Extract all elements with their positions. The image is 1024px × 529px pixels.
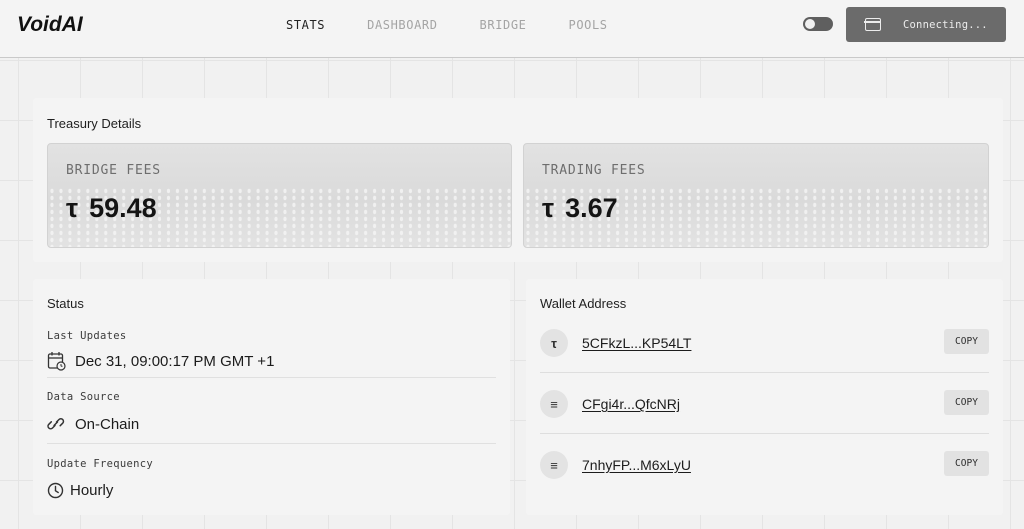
data-source-label: Data Source: [47, 391, 120, 403]
svg-text:VoidAI: VoidAI: [17, 13, 84, 36]
data-source-row: On-Chain: [47, 415, 139, 433]
status-title: Status: [47, 296, 84, 311]
data-source-value: On-Chain: [75, 415, 140, 433]
divider: [540, 433, 989, 434]
solana-coin-icon: ≡: [540, 451, 568, 479]
copy-button[interactable]: COPY: [944, 451, 989, 476]
wallet-row-sol-2: ≡ 7nhyFP...M6xLyU COPY: [540, 450, 990, 480]
voidai-logo[interactable]: VoidAI: [17, 11, 89, 39]
top-header: VoidAI STATS DASHBOARD BRIDGE POOLS Conn…: [0, 0, 1024, 58]
connect-wallet-button[interactable]: Connecting...: [846, 7, 1006, 42]
copy-button[interactable]: COPY: [944, 329, 989, 354]
last-updates-label: Last Updates: [47, 330, 127, 342]
trading-fees-card: TRADING FEES τ 3.67: [523, 143, 989, 248]
divider: [47, 443, 496, 444]
treasury-title: Treasury Details: [47, 116, 142, 131]
trading-fees-value: 3.67: [565, 193, 618, 223]
wallet-row-tao: τ 5CFkzL...KP54LT COPY: [540, 328, 990, 358]
wallet-title: Wallet Address: [540, 296, 627, 311]
bridge-fees-value-row: τ 59.48: [66, 193, 157, 224]
trading-fees-label: TRADING FEES: [542, 163, 646, 178]
wallet-icon: [864, 18, 881, 31]
copy-button[interactable]: COPY: [944, 390, 989, 415]
bridge-fees-card: BRIDGE FEES τ 59.48: [47, 143, 512, 248]
frequency-label: Update Frequency: [47, 458, 153, 470]
clock-icon: [47, 482, 64, 499]
wallet-address-link[interactable]: 5CFkzL...KP54LT: [582, 335, 691, 351]
bridge-fees-label: BRIDGE FEES: [66, 163, 161, 178]
solana-coin-icon: ≡: [540, 390, 568, 418]
nav-bridge[interactable]: BRIDGE: [480, 17, 527, 33]
frequency-row: Hourly: [47, 482, 113, 499]
calendar-icon: [47, 351, 66, 371]
bridge-fees-value: 59.48: [89, 193, 157, 223]
frequency-value: Hourly: [70, 482, 114, 499]
wallet-row-sol-1: ≡ CFgi4r...QfcNRj COPY: [540, 389, 990, 419]
nav-pools[interactable]: POOLS: [569, 17, 608, 33]
nav-stats[interactable]: STATS: [286, 17, 325, 33]
tao-coin-icon: τ: [540, 329, 568, 357]
theme-toggle-icon: [805, 19, 815, 29]
last-updates-value: Dec 31, 09:00:17 PM GMT +1: [75, 352, 275, 370]
theme-toggle[interactable]: [803, 17, 833, 31]
divider: [47, 377, 496, 378]
main-nav: STATS DASHBOARD BRIDGE POOLS: [286, 17, 650, 33]
nav-dashboard[interactable]: DASHBOARD: [367, 17, 437, 33]
link-icon: [47, 415, 66, 433]
wallet-address-link[interactable]: CFgi4r...QfcNRj: [582, 396, 680, 412]
tao-icon: τ: [542, 193, 555, 223]
divider: [540, 372, 989, 373]
connect-label: Connecting...: [903, 18, 988, 31]
trading-fees-value-row: τ 3.67: [542, 193, 618, 224]
last-updates-row: Dec 31, 09:00:17 PM GMT +1: [47, 351, 274, 371]
wallet-address-link[interactable]: 7nhyFP...M6xLyU: [582, 457, 691, 473]
tao-icon: τ: [66, 193, 79, 223]
